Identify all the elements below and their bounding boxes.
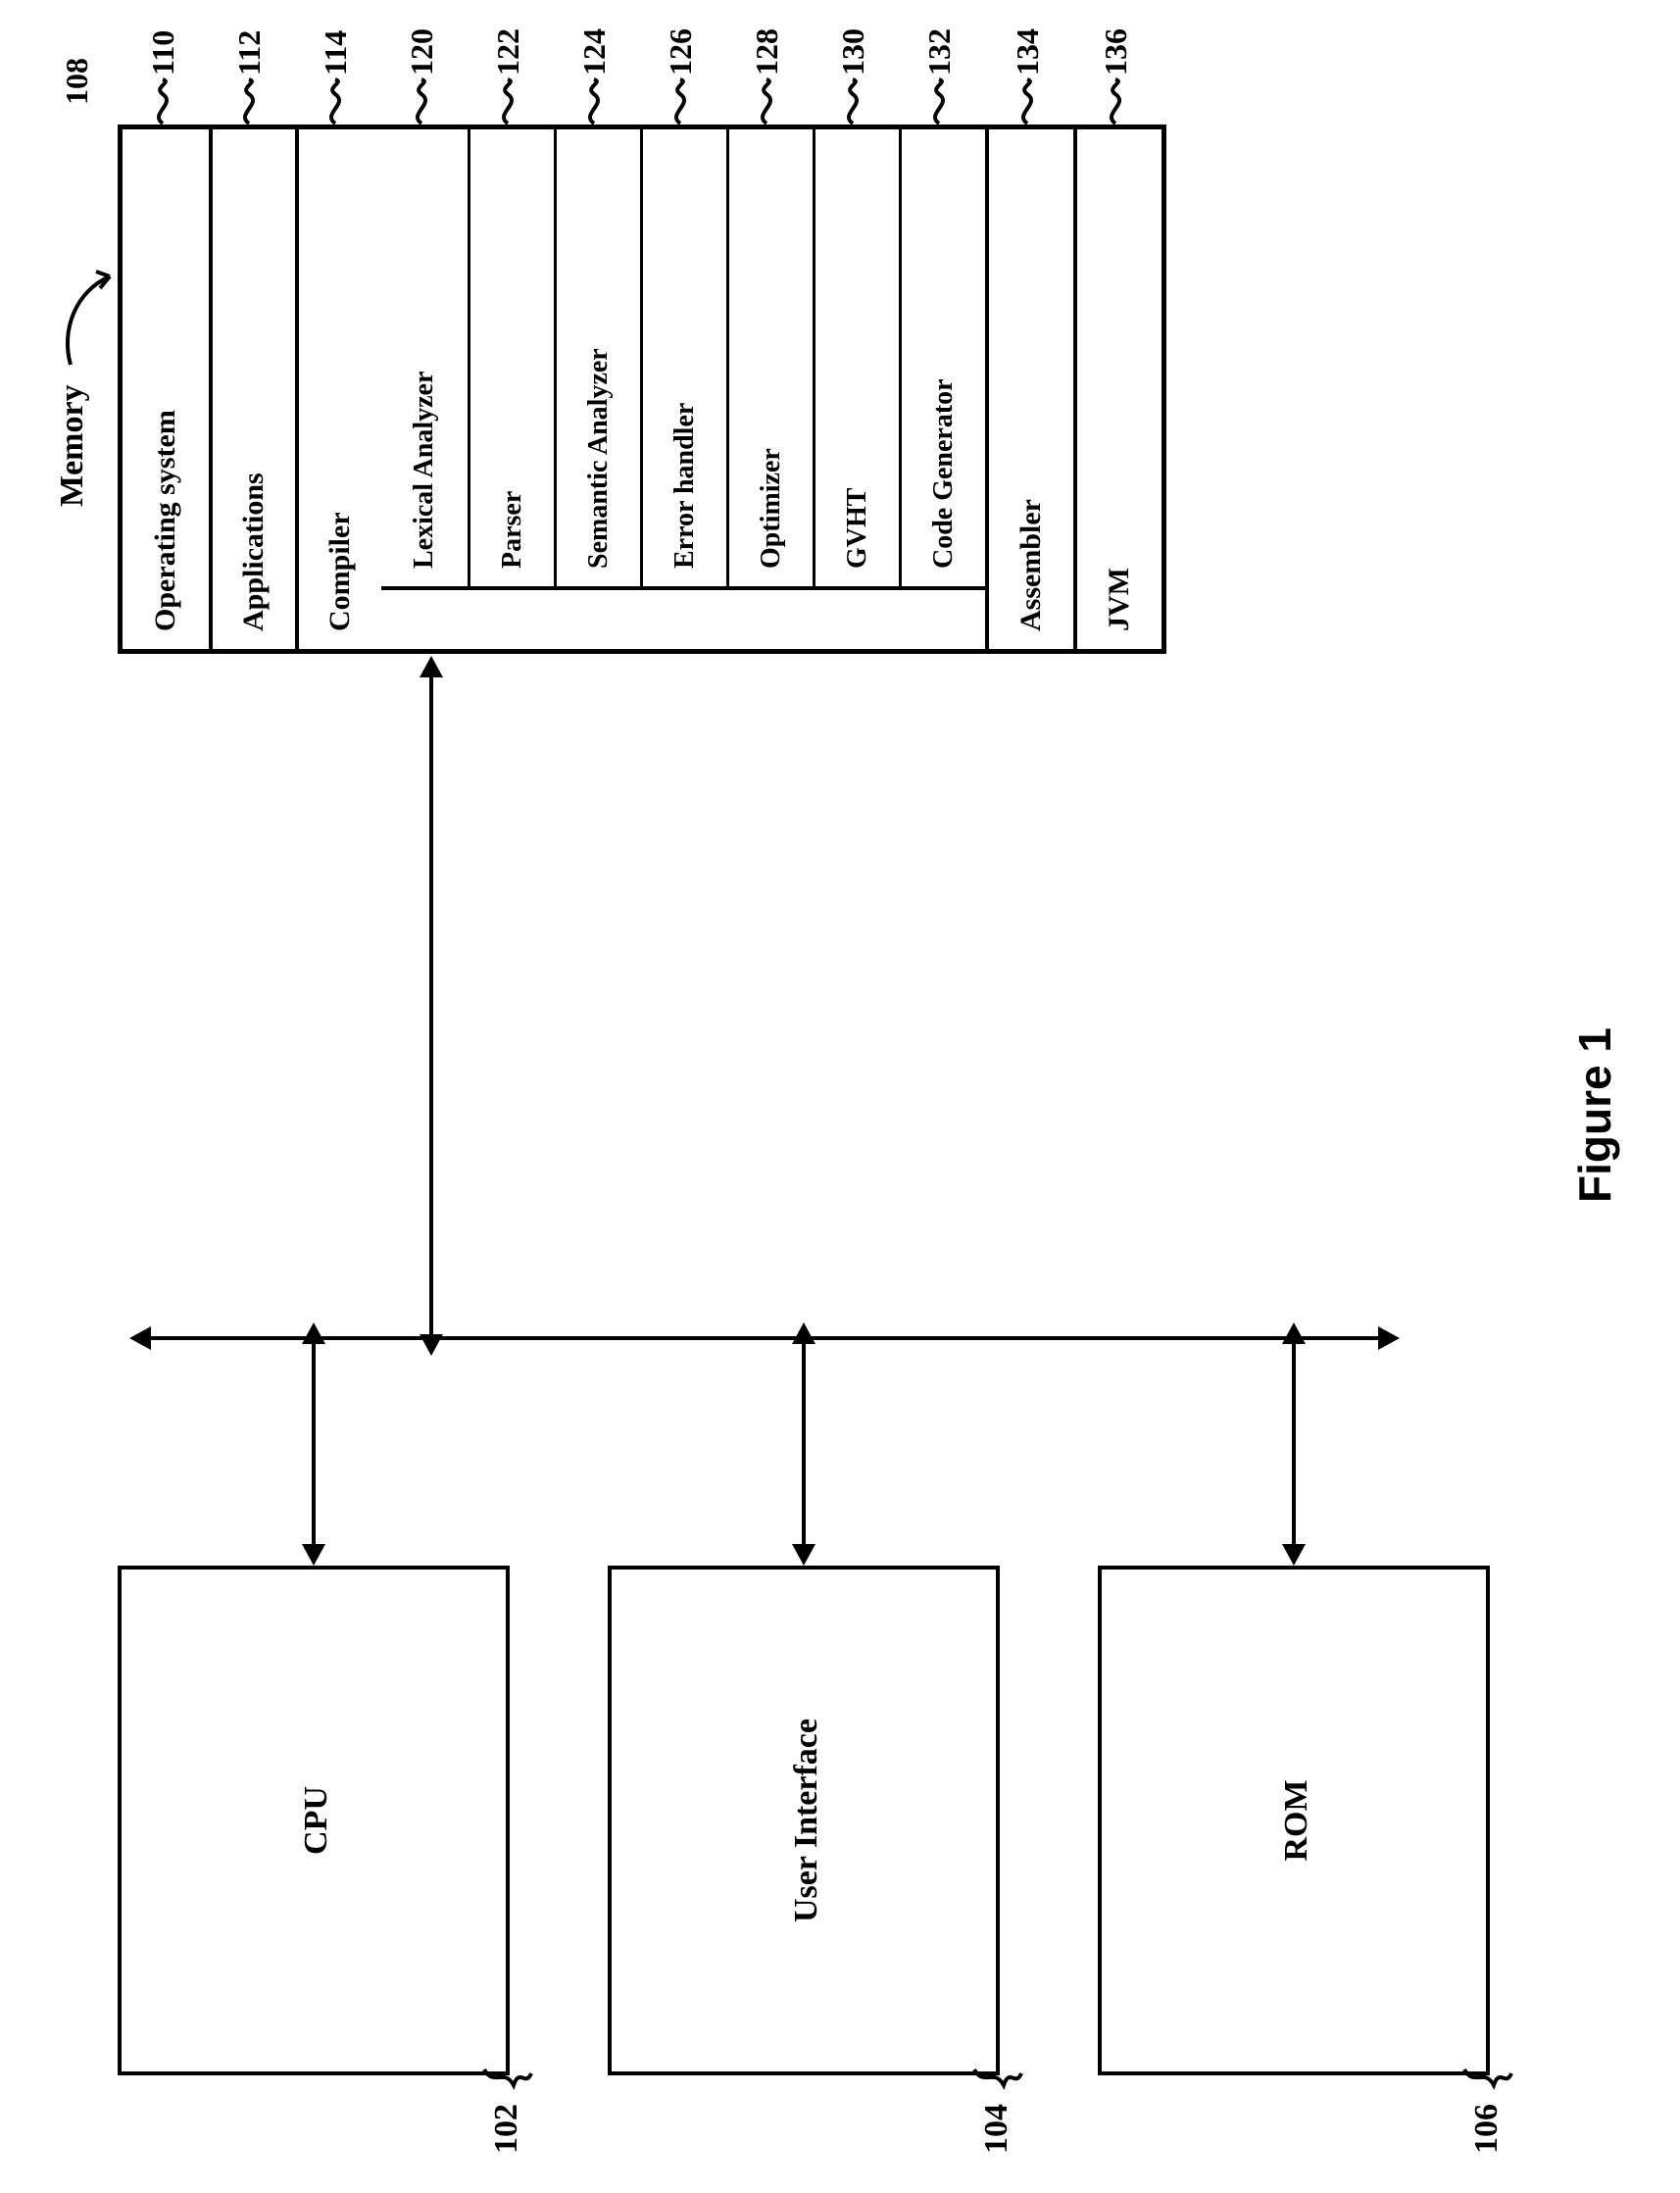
memory-ref: 108 <box>59 58 95 105</box>
mem-squig-asm <box>1012 77 1048 126</box>
mem-sub-err-label: Error handler <box>669 403 701 569</box>
mem-sub-sem-label: Semantic Analyzer <box>583 348 615 569</box>
mem-sub-lex: Lexical Analyzer <box>381 129 468 590</box>
ui-box: User Interface <box>608 1566 1000 2075</box>
mem-row-compiler-label: Compiler <box>323 512 357 631</box>
bus-cpu-arrow-right <box>302 1322 325 1344</box>
mem-squig-parse <box>492 77 528 126</box>
mem-row-jvm-label: JVM <box>1103 568 1136 631</box>
mem-squig-os <box>147 77 183 126</box>
cpu-ref: 102 <box>488 2104 525 2154</box>
mem-ref-lex: 120 <box>404 28 440 75</box>
bus-rom-arrow-right <box>1282 1322 1306 1344</box>
mem-sub-sem: Semantic Analyzer <box>554 129 640 590</box>
mem-ref-jvm: 136 <box>1098 28 1134 75</box>
mem-ref-sem: 124 <box>576 28 613 75</box>
bus-bottom-arrow <box>1378 1326 1400 1350</box>
mem-row-apps-label: Applications <box>237 473 271 631</box>
mem-row-os: Operating system <box>123 129 209 649</box>
bus-mem-arrow-left <box>420 1334 443 1356</box>
ui-ref: 104 <box>978 2104 1015 2154</box>
mem-row-jvm: JVM <box>1073 129 1161 649</box>
mem-squig-lex <box>406 77 442 126</box>
bus-rom-arrow-left <box>1282 1544 1306 1566</box>
bus-cpu <box>312 1340 316 1546</box>
mem-squig-sem <box>578 77 615 126</box>
mem-row-asm: Assembler <box>985 129 1073 649</box>
memory-box: Operating system Applications Compiler L… <box>118 125 1166 654</box>
ui-label: User Interface <box>788 1570 825 2071</box>
rom-ref-squiggle <box>1460 2064 1513 2097</box>
mem-row-compiler: Compiler <box>295 129 381 649</box>
cpu-box: CPU <box>118 1566 510 2075</box>
mem-ref-os: 110 <box>145 30 181 75</box>
mem-ref-parse: 122 <box>490 28 526 75</box>
mem-sub-lex-label: Lexical Analyzer <box>409 372 440 569</box>
mem-ref-opt: 128 <box>749 28 785 75</box>
bus-to-memory <box>429 673 433 1336</box>
mem-squig-err <box>665 77 701 126</box>
mem-squig-code <box>923 77 960 126</box>
figure-caption: Figure 1 <box>1568 1027 1621 1203</box>
cpu-ref-squiggle <box>480 2064 533 2097</box>
rom-label: ROM <box>1278 1570 1315 2071</box>
mem-sub-err: Error handler <box>640 129 726 590</box>
ui-ref-squiggle <box>970 2064 1023 2097</box>
bus-mem-arrow-right <box>420 656 443 677</box>
bus-ui-arrow-right <box>792 1322 815 1344</box>
cpu-label: CPU <box>298 1570 335 2071</box>
mem-sub-gvht: GVHT <box>813 129 899 590</box>
rom-box: ROM <box>1098 1566 1490 2075</box>
mem-row-os-label: Operating system <box>149 410 182 631</box>
bus-top-arrow <box>129 1326 151 1350</box>
mem-row-apps: Applications <box>209 129 295 649</box>
mem-ref-gvht: 130 <box>835 28 871 75</box>
bus-ui-arrow-left <box>792 1544 815 1566</box>
bus-cpu-arrow-left <box>302 1544 325 1566</box>
mem-ref-asm: 134 <box>1010 28 1046 75</box>
mem-sub-code: Code Generator <box>899 129 985 590</box>
mem-sub-opt-label: Optimizer <box>756 448 787 569</box>
memory-title: Memory <box>54 384 91 507</box>
mem-ref-comp: 114 <box>318 30 354 75</box>
mem-ref-code: 132 <box>921 28 958 75</box>
mem-row-asm-label: Assembler <box>1014 499 1048 631</box>
mem-squig-comp <box>320 77 356 126</box>
rom-ref: 106 <box>1468 2104 1506 2154</box>
mem-squig-apps <box>233 77 270 126</box>
mem-squig-jvm <box>1100 77 1136 126</box>
bus-vertical <box>147 1336 1382 1340</box>
mem-sub-parse-label: Parser <box>497 491 528 569</box>
bus-rom <box>1292 1340 1296 1546</box>
bus-ui <box>802 1340 806 1546</box>
mem-sub-code-label: Code Generator <box>928 378 960 569</box>
mem-sub-parse: Parser <box>468 129 554 590</box>
mem-ref-err: 126 <box>663 28 699 75</box>
mem-sub-opt: Optimizer <box>726 129 813 590</box>
mem-sub-gvht-label: GVHT <box>842 488 873 569</box>
mem-ref-apps: 112 <box>231 30 268 75</box>
mem-squig-gvht <box>837 77 873 126</box>
mem-squig-opt <box>751 77 787 126</box>
